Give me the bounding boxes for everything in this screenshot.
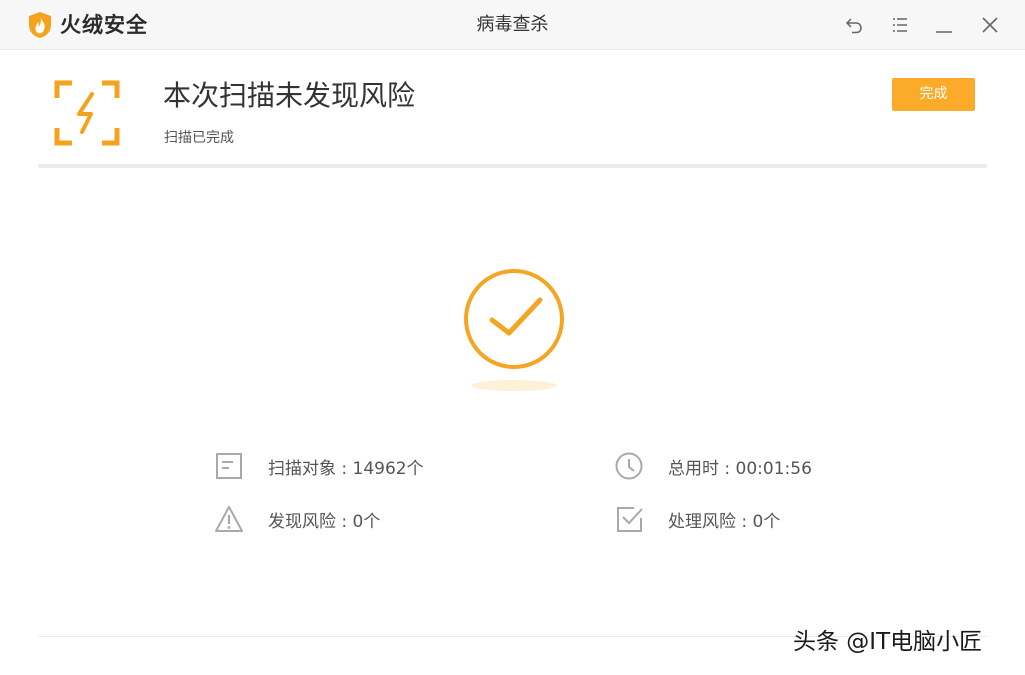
document-icon — [214, 451, 244, 481]
warning-icon — [214, 504, 244, 534]
stat-elapsed: 总用时 : 00:01:56 — [614, 451, 812, 481]
minimize-button[interactable] — [933, 14, 955, 36]
done-button[interactable]: 完成 — [892, 78, 975, 111]
menu-icon — [893, 18, 907, 32]
stat-risks-handled-text: 处理风险 : 0个 — [668, 511, 781, 532]
clock-icon — [614, 451, 644, 481]
stat-elapsed-text: 总用时 : 00:01:56 — [668, 458, 812, 479]
result-title: 本次扫描未发现风险 — [163, 79, 416, 112]
window-title: 病毒查杀 — [476, 14, 549, 35]
back-button[interactable] — [843, 14, 865, 36]
watermark: 头条 @IT电脑小匠 — [793, 629, 983, 655]
check-shadow — [471, 380, 557, 391]
check-circle-icon — [461, 266, 567, 372]
stat-risks-handled: 处理风险 : 0个 — [614, 504, 780, 534]
minimize-icon — [936, 31, 952, 33]
close-button[interactable] — [979, 14, 1001, 36]
stat-risks-found: 发现风险 : 0个 — [214, 504, 380, 534]
close-icon — [982, 17, 998, 33]
back-arrow-icon — [845, 18, 862, 34]
menu-button[interactable] — [889, 14, 911, 36]
title-bar[interactable]: 火绒安全 病毒查杀 — [0, 0, 1025, 50]
stat-risks-found-text: 发现风险 : 0个 — [268, 511, 381, 532]
checkbox-icon — [614, 504, 644, 534]
stat-scanned-text: 扫描对象 : 14962个 — [268, 458, 424, 479]
header-divider — [38, 164, 987, 168]
stat-scanned: 扫描对象 : 14962个 — [214, 451, 424, 481]
scan-bolt-icon — [54, 80, 120, 146]
app-window: 火绒安全 病毒查杀 本次扫描未发现风险 扫描已完成 完成 扫描对象: 1496… — [0, 0, 1025, 675]
result-subtitle: 扫描已完成 — [164, 130, 234, 146]
